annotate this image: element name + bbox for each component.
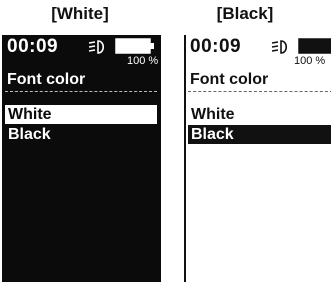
caption-black: [Black]	[216, 4, 274, 23]
option-white[interactable]: White	[5, 105, 157, 124]
divider	[188, 91, 331, 92]
status-bar: 00:09 100 %	[7, 36, 161, 67]
option-white[interactable]: White	[188, 105, 331, 124]
clock: 00:09	[190, 36, 242, 57]
battery-percent: 100 %	[294, 55, 326, 67]
battery-icon	[298, 38, 331, 54]
display-screen-black: 00:09 100 % Font color White Black	[184, 35, 331, 282]
option-black[interactable]: Black	[5, 125, 157, 144]
caption-white: [White]	[51, 4, 109, 23]
divider	[5, 91, 157, 92]
clock: 00:09	[7, 36, 59, 57]
menu-title: Font color	[7, 71, 86, 88]
status-bar: 00:09 100 %	[190, 36, 331, 67]
option-black[interactable]: Black	[188, 125, 331, 144]
battery-percent: 100 %	[127, 55, 159, 67]
display-screen-white: 00:09 100 % Font color White Black	[2, 35, 161, 282]
menu-title: Font color	[190, 71, 269, 88]
headlight-icon	[88, 40, 105, 54]
headlight-icon	[271, 40, 288, 54]
battery-icon	[115, 38, 154, 54]
